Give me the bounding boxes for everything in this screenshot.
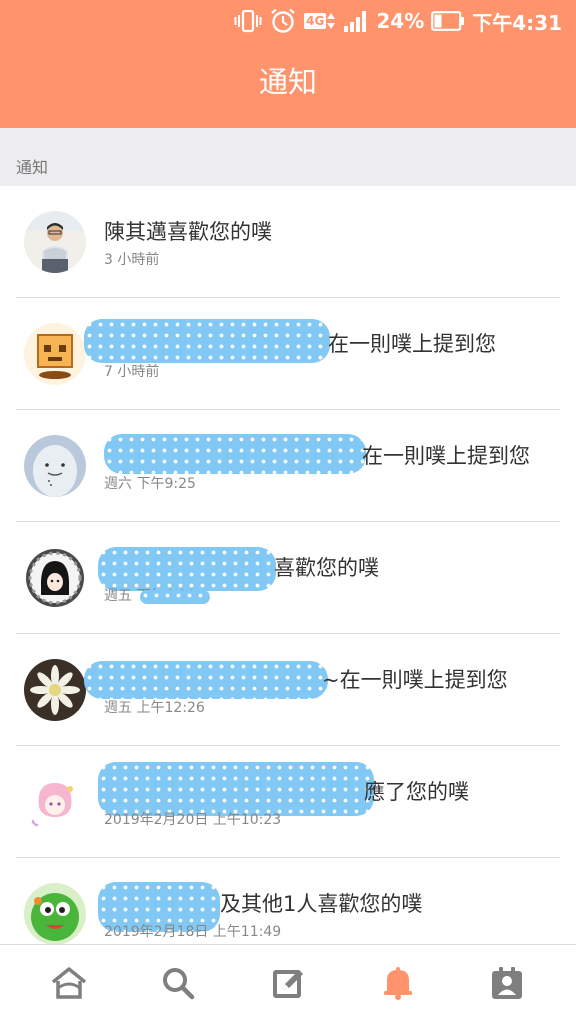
pink-hair-avatar[interactable] — [24, 771, 86, 833]
ghost-avatar[interactable] — [24, 435, 86, 497]
notification-item[interactable]: 在一則噗上提到您 7 小時前 — [0, 298, 576, 410]
battery-icon — [431, 6, 465, 36]
redacted-username — [84, 319, 330, 363]
notification-text: 及其他1人喜歡您的噗 — [220, 892, 423, 916]
notification-text: 在一則噗上提到您 — [328, 332, 496, 356]
bell-icon — [382, 966, 414, 1004]
app-header: 4G 24% 下午4:31 通知 — [0, 0, 576, 128]
notification-time: 週六 下午9:25 — [104, 476, 196, 492]
notification-text: 應了您的噗 — [364, 780, 469, 804]
section-label: 通知 — [16, 158, 49, 177]
man-photo-avatar[interactable] — [24, 211, 86, 273]
redacted-username — [84, 661, 328, 699]
notification-item[interactable]: ~在一則噗上提到您 週五 上午12:26 — [0, 634, 576, 746]
notification-time: 2019年2月18日 上午11:49 — [104, 924, 282, 940]
notification-time: 3 小時前 — [104, 252, 160, 268]
status-bar: 4G 24% 下午4:31 — [0, 0, 576, 42]
notification-text: ~在一則噗上提到您 — [322, 668, 508, 692]
signal-icon — [343, 6, 369, 36]
redacted-username — [104, 434, 366, 474]
nav-home[interactable] — [29, 950, 109, 1020]
page-title: 通知 — [258, 65, 317, 99]
home-icon — [50, 966, 88, 1004]
notification-time: 7 小時前 — [104, 364, 160, 380]
compose-icon — [271, 966, 305, 1004]
nav-notifications[interactable] — [358, 950, 438, 1020]
clock: 下午4:31 — [472, 10, 562, 35]
search-icon — [161, 966, 195, 1004]
notification-time: 2019年2月20日 上午10:23 — [104, 812, 282, 828]
nav-profile[interactable] — [467, 950, 547, 1020]
redacted-time — [140, 590, 210, 604]
notification-item[interactable]: 喜歡您的噗 週五 下午4:20 — [0, 522, 576, 634]
profile-card-icon — [491, 966, 523, 1004]
notification-text: 喜歡您的噗 — [274, 556, 379, 580]
box-character-avatar[interactable] — [24, 323, 86, 385]
alarm-icon — [269, 6, 297, 36]
anime-girl-avatar[interactable] — [24, 547, 86, 609]
notification-item[interactable]: 應了您的噗 2019年2月20日 上午10:23 — [0, 746, 576, 858]
app-root: 4G 24% 下午4:31 通知 通知 陳其邁喜歡您的噗 3 小時前 在一則噗上… — [0, 0, 576, 1024]
notification-time: 週五 上午12:26 — [104, 700, 205, 716]
notification-item[interactable]: 在一則噗上提到您 週六 下午9:25 — [0, 410, 576, 522]
vibrate-icon — [234, 6, 262, 36]
notification-text: 陳其邁喜歡您的噗 — [104, 220, 272, 244]
section-header — [0, 128, 576, 186]
bottom-nav — [0, 944, 576, 1024]
nav-search[interactable] — [138, 950, 218, 1020]
network-type-icon: 4G — [304, 6, 336, 36]
notification-text: 在一則噗上提到您 — [362, 444, 530, 468]
nav-compose[interactable] — [248, 950, 328, 1020]
flower-avatar[interactable] — [24, 659, 86, 721]
battery-percent: 24% — [376, 9, 425, 33]
green-creature-avatar[interactable] — [24, 883, 86, 945]
notification-list: 陳其邁喜歡您的噗 3 小時前 在一則噗上提到您 7 小時前 在一則噗上提到您 週… — [0, 186, 576, 970]
redacted-username — [98, 762, 374, 816]
notification-item[interactable]: 陳其邁喜歡您的噗 3 小時前 — [0, 186, 576, 298]
